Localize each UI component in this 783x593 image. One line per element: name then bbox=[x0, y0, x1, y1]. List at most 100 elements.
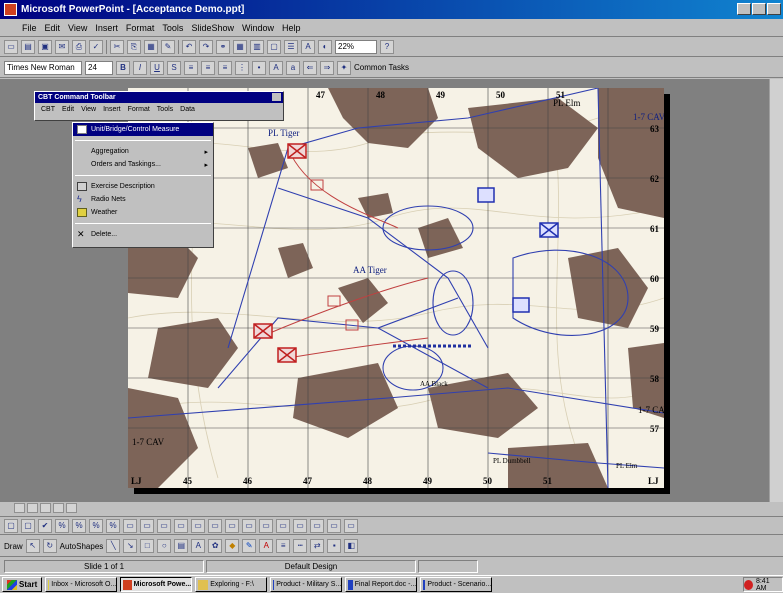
menu-item-exercise[interactable]: Exercise Description bbox=[73, 180, 213, 193]
start-button[interactable]: Start bbox=[2, 577, 43, 592]
draw-menu[interactable]: Draw bbox=[4, 542, 23, 551]
tool-icon[interactable]: ▭ bbox=[293, 518, 307, 533]
shadow-icon[interactable]: ▪ bbox=[327, 539, 342, 553]
line-color-icon[interactable]: ✎ bbox=[242, 539, 257, 553]
task-product-military[interactable]: Product - Military S... bbox=[270, 577, 343, 592]
normal-view-icon[interactable] bbox=[14, 503, 25, 513]
spelling-icon[interactable]: ✓ bbox=[89, 39, 103, 54]
textbox-icon[interactable]: ▤ bbox=[174, 539, 189, 553]
tool-icon[interactable]: ▭ bbox=[225, 518, 239, 533]
autoshapes-menu[interactable]: AutoShapes bbox=[60, 542, 104, 551]
line-icon[interactable]: ╲ bbox=[106, 539, 121, 553]
select-pointer-icon[interactable]: ↖ bbox=[25, 539, 40, 553]
increase-font-icon[interactable]: A bbox=[269, 60, 283, 75]
tool-icon[interactable]: ▭ bbox=[191, 518, 205, 533]
sorter-view-icon[interactable] bbox=[53, 503, 64, 513]
help-icon[interactable]: ? bbox=[380, 39, 394, 54]
free-rotate-icon[interactable]: ↻ bbox=[42, 539, 57, 553]
tool-icon[interactable]: ▭ bbox=[208, 518, 222, 533]
arrow-style-icon[interactable]: ⇄ bbox=[310, 539, 325, 553]
3d-icon[interactable]: ◧ bbox=[344, 539, 359, 553]
underline-icon[interactable]: U bbox=[150, 60, 164, 75]
arrow-icon[interactable]: ↘ bbox=[123, 539, 138, 553]
align-center-icon[interactable]: ≡ bbox=[201, 60, 215, 75]
common-tasks-button[interactable]: Common Tasks bbox=[354, 63, 409, 72]
align-left-icon[interactable]: ≡ bbox=[184, 60, 198, 75]
task-powerpoint[interactable]: Microsoft Powe... bbox=[120, 577, 193, 592]
font-color-icon[interactable]: A bbox=[259, 539, 274, 553]
rectangle-icon[interactable]: □ bbox=[140, 539, 155, 553]
format-painter-icon[interactable]: ✎ bbox=[161, 39, 175, 54]
palette-menu-view[interactable]: View bbox=[81, 106, 96, 113]
palette-menu-tools[interactable]: Tools bbox=[157, 106, 173, 113]
maximize-button[interactable] bbox=[752, 3, 766, 15]
menu-slideshow[interactable]: SlideShow bbox=[191, 23, 234, 33]
powerpoint-icon[interactable] bbox=[4, 3, 17, 16]
expand-icon[interactable]: ☰ bbox=[284, 39, 298, 54]
tool-icon[interactable]: % bbox=[55, 518, 69, 533]
print-icon[interactable]: ⎙ bbox=[72, 39, 86, 54]
tool-icon[interactable]: ▭ bbox=[140, 518, 154, 533]
copy-icon[interactable]: ⎘ bbox=[127, 39, 141, 54]
redo-icon[interactable]: ↷ bbox=[199, 39, 213, 54]
outline-view-icon[interactable] bbox=[27, 503, 38, 513]
palette-close-button[interactable] bbox=[272, 93, 281, 101]
palette-menu-data[interactable]: Data bbox=[180, 106, 195, 113]
tool-icon[interactable]: ▭ bbox=[344, 518, 358, 533]
line-style-icon[interactable]: ≡ bbox=[276, 539, 291, 553]
menu-edit[interactable]: Edit bbox=[45, 23, 61, 33]
vertical-scrollbar[interactable] bbox=[769, 79, 783, 502]
menu-item-delete[interactable]: ✕ Delete... bbox=[73, 228, 213, 241]
slideshow-view-icon[interactable] bbox=[66, 503, 77, 513]
tool-icon[interactable]: ▭ bbox=[157, 518, 171, 533]
new-icon[interactable]: ▭ bbox=[4, 39, 18, 54]
menu-insert[interactable]: Insert bbox=[95, 23, 118, 33]
tool-icon[interactable]: ▭ bbox=[327, 518, 341, 533]
oval-icon[interactable]: ○ bbox=[157, 539, 172, 553]
shadow-icon[interactable]: S bbox=[167, 60, 181, 75]
font-size-combo[interactable]: 24 bbox=[85, 60, 113, 75]
menu-item-weather[interactable]: Weather bbox=[73, 206, 213, 219]
menu-item-aggregation[interactable]: Aggregation ▸ bbox=[73, 145, 213, 158]
palette-menu-insert[interactable]: Insert bbox=[103, 106, 121, 113]
menu-format[interactable]: Format bbox=[126, 23, 155, 33]
tool-icon[interactable]: ✔ bbox=[38, 518, 52, 533]
tool-icon[interactable]: ▭ bbox=[276, 518, 290, 533]
cbt-command-toolbar[interactable]: CBT Command Toolbar CBT Edit View Insert… bbox=[34, 91, 284, 121]
tool-icon[interactable]: ▭ bbox=[174, 518, 188, 533]
grayscale-icon[interactable]: ◐ bbox=[318, 39, 332, 54]
common-tasks-icon[interactable]: ✦ bbox=[337, 60, 351, 75]
tool-icon[interactable]: % bbox=[89, 518, 103, 533]
table-icon[interactable]: ▦ bbox=[233, 39, 247, 54]
font-name-combo[interactable]: Times New Roman bbox=[4, 60, 82, 75]
tool-icon[interactable]: ▭ bbox=[242, 518, 256, 533]
hyperlink-icon[interactable]: ⚭ bbox=[216, 39, 230, 54]
menu-item-orders[interactable]: Orders and Taskings... ▸ bbox=[73, 158, 213, 171]
new-slide-icon[interactable]: ▢ bbox=[267, 39, 281, 54]
minimize-button[interactable] bbox=[737, 3, 751, 15]
task-final-report[interactable]: Final Report.doc -... bbox=[345, 577, 418, 592]
tool-icon[interactable]: ▭ bbox=[259, 518, 273, 533]
email-icon[interactable]: ✉ bbox=[55, 39, 69, 54]
open-icon[interactable]: ▤ bbox=[21, 39, 35, 54]
close-button[interactable] bbox=[767, 3, 781, 15]
save-icon[interactable]: ▣ bbox=[38, 39, 52, 54]
cut-icon[interactable]: ✂ bbox=[110, 39, 124, 54]
task-inbox[interactable]: Inbox - Microsoft O... bbox=[45, 577, 118, 592]
undo-icon[interactable]: ↶ bbox=[182, 39, 196, 54]
tool-icon[interactable]: % bbox=[106, 518, 120, 533]
tool-icon[interactable]: % bbox=[72, 518, 86, 533]
numbering-icon[interactable]: ⋮ bbox=[235, 60, 249, 75]
palette-menu-edit[interactable]: Edit bbox=[62, 106, 74, 113]
align-right-icon[interactable]: ≡ bbox=[218, 60, 232, 75]
menu-item-unit-bridge[interactable]: Unit/Bridge/Control Measure bbox=[73, 123, 213, 136]
menu-view[interactable]: View bbox=[68, 23, 87, 33]
show-formatting-icon[interactable]: A bbox=[301, 39, 315, 54]
wordart-icon[interactable]: A bbox=[191, 539, 206, 553]
menu-help[interactable]: Help bbox=[282, 23, 301, 33]
tool-icon[interactable]: ▭ bbox=[123, 518, 137, 533]
fill-color-icon[interactable]: ◆ bbox=[225, 539, 240, 553]
tool-icon[interactable]: ▢ bbox=[21, 518, 35, 533]
slide-view-icon[interactable] bbox=[40, 503, 51, 513]
bullets-icon[interactable]: • bbox=[252, 60, 266, 75]
